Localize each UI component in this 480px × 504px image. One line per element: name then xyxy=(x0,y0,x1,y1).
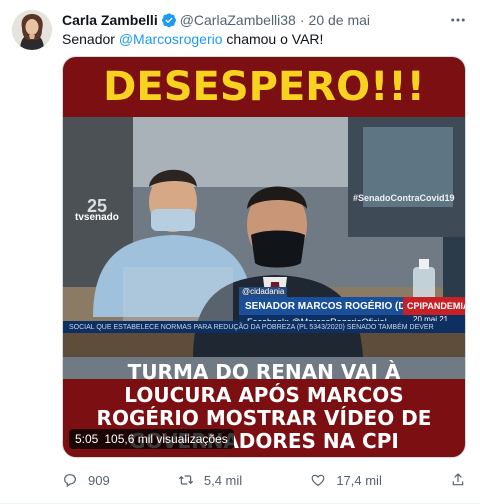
heart-icon xyxy=(311,474,325,487)
retweet-icon xyxy=(178,475,193,485)
lower-third-name: SENADOR MARCOS ROGÉRIO (DEM-RO) xyxy=(239,297,442,315)
tv-senado-logo: 25 tvsenado xyxy=(75,196,119,223)
video-media[interactable]: DESESPERO!!! 25 tvsenado #SenadoContraCo… xyxy=(62,56,466,458)
tv-logo-number: 25 xyxy=(86,196,107,216)
tweet-card[interactable]: Carla Zambelli @CarlaZambelli38 · 20 de … xyxy=(0,0,480,504)
video-hashtag: #SenadoContraCovid19 xyxy=(353,193,455,203)
media-headline-top: DESESPERO!!! xyxy=(103,64,425,110)
cidadania-tag: @cidadania xyxy=(239,287,288,297)
mention-link[interactable]: @Marcosrogerio xyxy=(119,31,223,47)
share-icon xyxy=(452,473,464,486)
like-button[interactable]: 17,4 mil xyxy=(310,472,382,488)
video-scene-illustration xyxy=(63,117,465,379)
headline-line: ROGÉRIO MOSTRAR VÍDEO DE xyxy=(96,406,432,430)
tweet-header: Carla Zambelli @CarlaZambelli38 · 20 de … xyxy=(62,10,468,30)
author-handle[interactable]: @CarlaZambelli38 xyxy=(180,12,296,28)
author-display-name[interactable]: Carla Zambelli xyxy=(62,12,158,28)
tweet-actions: 909 5,4 mil 17,4 mil xyxy=(62,470,466,490)
retweet-button[interactable]: 5,4 mil xyxy=(178,472,242,488)
tweet-date[interactable]: 20 de mai xyxy=(309,12,370,28)
video-frame[interactable]: 25 tvsenado #SenadoContraCovid19 xyxy=(63,117,465,379)
verified-badge-icon xyxy=(161,12,177,28)
headline-line: TURMA DO RENAN VAI À xyxy=(127,360,401,384)
more-options-icon[interactable] xyxy=(448,10,468,30)
avatar[interactable] xyxy=(12,10,52,50)
headline-line: LOUCURA APÓS MARCOS xyxy=(124,383,404,407)
video-duration: 5:05 xyxy=(75,432,99,446)
tweet-text: Senador @Marcosrogerio chamou o VAR! xyxy=(62,30,468,48)
reply-count: 909 xyxy=(88,472,110,488)
tweet-text-after: chamou o VAR! xyxy=(222,31,324,47)
news-ticker: SOCIAL QUE ESTABELECE NORMAS PARA REDUÇÃ… xyxy=(63,321,465,333)
reply-button[interactable]: 909 xyxy=(62,472,110,488)
share-button[interactable] xyxy=(450,472,466,488)
like-count: 17,4 mil xyxy=(336,472,382,488)
video-views: 105,6 mil visualizações xyxy=(104,432,228,446)
lower-third-tag: CPIPANDEMIA xyxy=(403,297,465,315)
retweet-count: 5,4 mil xyxy=(203,472,243,488)
separator-dot: · xyxy=(299,12,305,28)
reply-icon xyxy=(64,474,76,488)
tweet-text-before: Senador xyxy=(62,31,119,47)
video-duration-badge: 5:05 105,6 mil visualizações xyxy=(69,429,234,449)
